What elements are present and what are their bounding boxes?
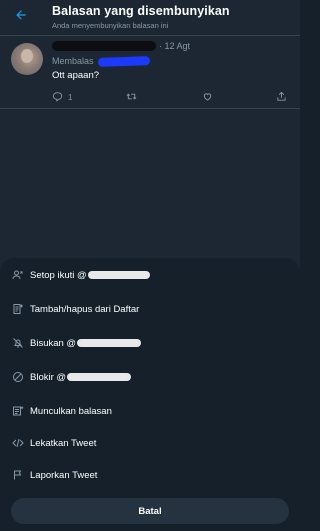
replying-label: Membalas [52,56,94,66]
menu-item-label: Bisukan @ [30,337,142,349]
action-sheet: Setop ikuti @ Tambah/hapus dari Daftar B… [0,258,300,531]
menu-item-embed[interactable]: Lekatkan Tweet [0,428,300,458]
menu-item-label: Munculkan balasan [30,405,112,417]
redacted-handle [87,271,150,279]
embed-code-icon [11,437,24,450]
redacted-handle [67,373,132,381]
header: Balasan yang disembunyikan Anda menyembu… [0,0,300,36]
reply-icon [52,91,63,104]
menu-item-label: Blokir @ [30,371,132,383]
menu-item-label: Lekatkan Tweet [30,437,97,449]
empty-timeline-area [0,110,300,260]
menu-item-report[interactable]: Laporkan Tweet [0,460,300,490]
menu-item-list[interactable]: Tambah/hapus dari Daftar [0,294,300,324]
screen: Balasan yang disembunyikan Anda menyembu… [0,0,300,531]
block-icon [11,371,24,384]
share-button[interactable] [276,90,287,104]
tweet[interactable]: · 12 Agt Membalas Ott apaan? 1 [0,37,300,109]
page-subtitle: Anda menyembunyikan balasan ini [52,21,169,30]
menu-item-label: Tambah/hapus dari Daftar [30,303,140,315]
reply-count: 1 [68,92,73,102]
retweet-icon [126,91,137,104]
menu-item-unhide-reply[interactable]: Munculkan balasan [0,396,300,426]
menu-item-label: Setop ikuti @ [30,270,150,281]
menu-item-block[interactable]: Blokir @ [0,362,300,392]
tweet-text: Ott apaan? [52,70,100,81]
cancel-button[interactable]: Batal [11,498,289,524]
share-icon [276,91,287,104]
block-label: Blokir @ [30,371,67,383]
tweet-date: · 12 Agt [159,41,191,51]
unfollow-label: Setop ikuti @ [30,269,87,281]
redacted-replying-handle[interactable] [97,55,150,67]
list-add-icon [11,303,24,316]
mute-label: Bisukan @ [30,337,77,349]
mute-icon [11,337,24,350]
replying-to: Membalas [52,55,150,67]
like-icon [202,91,213,104]
menu-item-mute[interactable]: Bisukan @ [0,328,300,358]
like-button[interactable] [202,90,213,104]
unfollow-icon [11,269,24,282]
menu-item-unfollow[interactable]: Setop ikuti @ [0,260,300,290]
reply-button[interactable]: 1 [52,90,72,104]
avatar[interactable] [11,43,43,75]
report-flag-icon [11,469,24,482]
tweet-actions: 1 [52,90,292,104]
tweet-author-line: · 12 Agt [52,41,190,51]
arrow-left-icon [14,8,28,27]
redacted-author-name [52,41,156,51]
menu-item-label: Laporkan Tweet [30,469,98,481]
redacted-handle [77,339,142,347]
page-title: Balasan yang disembunyikan [52,4,230,18]
unhide-reply-icon [11,405,24,418]
retweet-button[interactable] [126,90,137,104]
back-button[interactable] [10,6,32,28]
